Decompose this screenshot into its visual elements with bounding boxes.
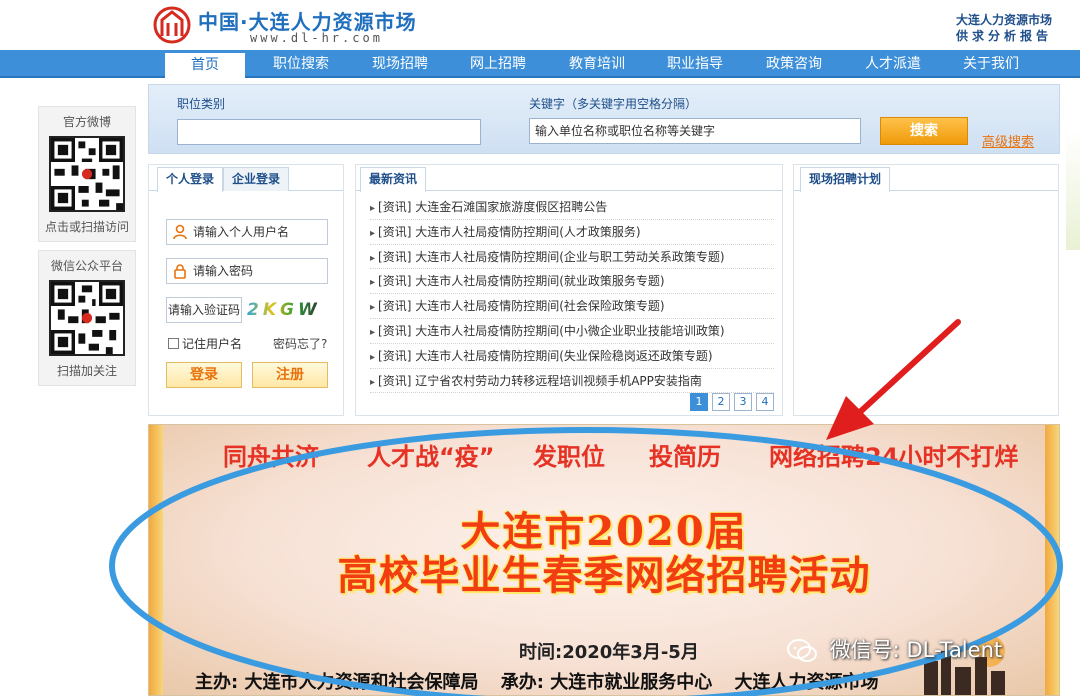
nav-home[interactable]: 首页: [165, 53, 245, 78]
password-placeholder: 请输入密码: [193, 264, 254, 278]
banner-slogans: 同舟共济 人才战“疫” 发职位 投简历 网络招聘24小时不打烊: [223, 437, 1039, 473]
tab-recruit-plan[interactable]: 现场招聘计划: [800, 167, 891, 192]
main-nav: 首页 职位搜索 现场招聘 网上招聘 教育培训 职业指导 政策咨询 人才派遣 关于…: [0, 50, 1080, 78]
supply-demand-report-link[interactable]: 大连人力资源市场 供求分析报告: [956, 12, 1052, 44]
tab-personal-login[interactable]: 个人登录: [157, 167, 224, 192]
weibo-qr-code[interactable]: [49, 136, 125, 212]
lock-icon: [174, 264, 186, 279]
recruit-plan-panel: 现场招聘计划: [793, 164, 1059, 416]
watermark-text: 微信号: DL-Talent: [829, 638, 1003, 662]
report-line-2: 供求分析报告: [955, 29, 1052, 43]
site-logo-icon[interactable]: [152, 6, 192, 44]
username-input[interactable]: 请输入个人用户名: [166, 219, 328, 245]
register-button[interactable]: 注册: [252, 362, 328, 388]
side-ad-edge: [1066, 130, 1080, 250]
plan-tabs: 现场招聘计划: [794, 165, 1058, 192]
user-icon: [173, 224, 187, 240]
banner-title-line-2: 高校毕业生春季网络招聘活动: [337, 552, 871, 599]
search-button[interactable]: 搜索: [880, 117, 968, 145]
news-item[interactable]: [资讯] 大连市人社局疫情防控期间(就业政策服务专题): [370, 269, 774, 295]
event-co-organizer: 大连人力资源市场: [734, 672, 879, 693]
news-item[interactable]: [资讯] 大连市人社局疫情防控期间(人才政策服务): [370, 220, 774, 245]
wechat-caption: 扫描加关注: [56, 364, 117, 378]
slogan-3: 发职位: [533, 443, 605, 471]
captcha-input[interactable]: 请输入验证码: [166, 297, 242, 323]
report-line-1: 大连人力资源市场: [955, 13, 1052, 27]
remember-checkbox[interactable]: [168, 338, 179, 349]
news-item[interactable]: [资讯] 辽宁省农村劳动力转移远程培训视频手机APP安装指南: [370, 369, 774, 394]
news-item[interactable]: [资讯] 大连市人社局疫情防控期间(失业保险稳岗返还政策专题): [370, 344, 774, 369]
site-header: 中国·大连人力资源市场 www.dl-hr.com 大连人力资源市场 供求分析报…: [0, 0, 1080, 50]
nav-career-guide[interactable]: 职业指导: [646, 50, 744, 78]
event-time: 时间:2020年3月-5月: [519, 642, 699, 663]
tab-company-login[interactable]: 企业登录: [223, 167, 290, 191]
nav-online-recruit[interactable]: 网上招聘: [449, 50, 547, 78]
nav-policy[interactable]: 政策咨询: [745, 50, 843, 78]
news-item[interactable]: [资讯] 大连市人社局疫情防控期间(企业与职工劳动关系政策专题): [370, 245, 774, 270]
news-item[interactable]: [资讯] 大连市人社局疫情防控期间(社会保险政策专题): [370, 294, 774, 319]
captcha-image[interactable]: 2KGW: [247, 297, 329, 323]
tab-latest-news[interactable]: 最新资讯: [360, 167, 427, 192]
advanced-search-link[interactable]: 高级搜索: [982, 131, 1034, 150]
password-input[interactable]: 请输入密码: [166, 258, 328, 284]
qr-code-icon: [51, 282, 123, 354]
remember-username[interactable]: 记住用户名: [168, 335, 242, 352]
news-panel: 最新资讯 [资讯] 大连金石滩国家旅游度假区招聘公告 [资讯] 大连市人社局疫情…: [355, 164, 783, 416]
username-placeholder: 请输入个人用户名: [193, 225, 290, 239]
page-4-button[interactable]: 4: [756, 393, 774, 411]
nav-education[interactable]: 教育培训: [548, 50, 646, 78]
login-panel: 个人登录 企业登录 请输入个人用户名 请输入密码 请输入验证码 2KGW 记住用…: [148, 164, 344, 416]
login-button[interactable]: 登录: [166, 362, 242, 388]
category-label: 职位类别: [177, 97, 226, 111]
forgot-password-link[interactable]: 密码忘了?: [273, 335, 327, 352]
page-3-button[interactable]: 3: [734, 393, 752, 411]
news-item[interactable]: [资讯] 大连金石滩国家旅游度假区招聘公告: [370, 195, 774, 220]
news-pager: 1 2 3 4: [690, 393, 774, 411]
nav-job-search[interactable]: 职位搜索: [252, 50, 350, 78]
captcha-text: 2KGW: [247, 300, 321, 320]
news-list: [资讯] 大连金石滩国家旅游度假区招聘公告 [资讯] 大连市人社局疫情防控期间(…: [370, 195, 774, 394]
site-url: www.dl-hr.com: [250, 31, 383, 45]
keyword-label: 关键字（多关键字用空格分隔）: [529, 97, 698, 111]
event-organizer: 主办: 大连市人力资源和社会保障局: [195, 672, 479, 693]
qr-code-icon: [51, 138, 123, 210]
weibo-caption: 点击或扫描访问: [44, 220, 129, 234]
page-2-button[interactable]: 2: [712, 393, 730, 411]
remember-label: 记住用户名: [182, 337, 243, 351]
job-category-input[interactable]: [177, 119, 481, 145]
nav-onsite-recruit[interactable]: 现场招聘: [351, 50, 449, 78]
news-tabs: 最新资讯: [356, 165, 782, 192]
event-sponsors: 主办: 大连市人力资源和社会保障局 承办: 大连市就业服务中心 大连人力资源市场: [195, 668, 895, 694]
wechat-qr-code[interactable]: [49, 280, 125, 356]
event-undertaker: 承办: 大连市就业服务中心: [500, 672, 713, 693]
wechat-icon: [787, 639, 817, 662]
login-tabs: 个人登录 企业登录: [149, 165, 343, 192]
nav-about[interactable]: 关于我们: [942, 50, 1040, 78]
page-1-button[interactable]: 1: [690, 393, 708, 411]
wechat-box: 微信公众平台 扫描加关注: [38, 250, 136, 386]
wechat-watermark: 微信号: DL-Talent: [787, 634, 1002, 664]
news-item[interactable]: [资讯] 大连市人社局疫情防控期间(中小微企业职业技能培训政策): [370, 319, 774, 344]
keyword-input[interactable]: 输入单位名称或职位名称等关键字: [529, 118, 861, 144]
nav-dispatch[interactable]: 人才派遣: [844, 50, 942, 78]
wechat-title: 微信公众平台: [50, 259, 123, 273]
slogan-2: 人才战“疫”: [367, 443, 495, 471]
slogan-5: 网络招聘24小时不打烊: [769, 443, 1019, 471]
weibo-box: 官方微博 点击或扫描访问: [38, 106, 136, 242]
slogan-1: 同舟共济: [223, 443, 319, 471]
weibo-title: 官方微博: [62, 115, 111, 129]
search-panel: 职位类别 关键字（多关键字用空格分隔） 输入单位名称或职位名称等关键字 搜索 高…: [148, 84, 1060, 154]
slogan-4: 投简历: [649, 443, 721, 471]
